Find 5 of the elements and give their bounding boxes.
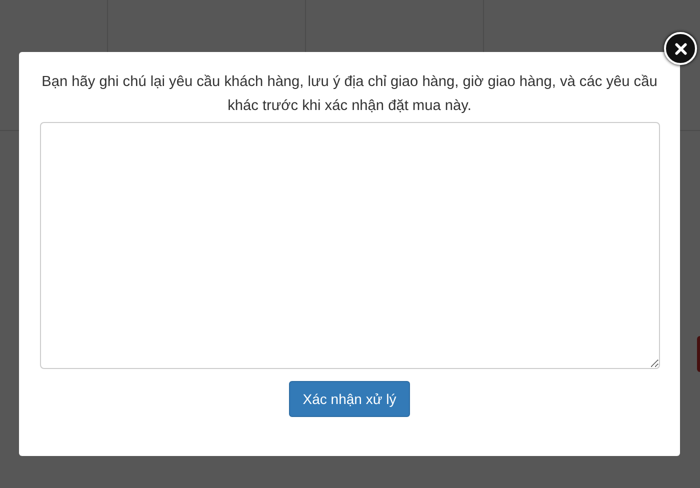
confirm-button[interactable]: Xác nhận xử lý bbox=[288, 381, 410, 417]
close-icon bbox=[674, 42, 688, 56]
modal-message: Bạn hãy ghi chú lại yêu cầu khách hàng, lưu ý địa chỉ giao hàng, giờ giao hàng, và các yêu cầu khác trước khi xác nhận đặt mua này. bbox=[40, 73, 658, 116]
close-button[interactable] bbox=[664, 32, 697, 65]
note-field[interactable] bbox=[40, 122, 660, 369]
